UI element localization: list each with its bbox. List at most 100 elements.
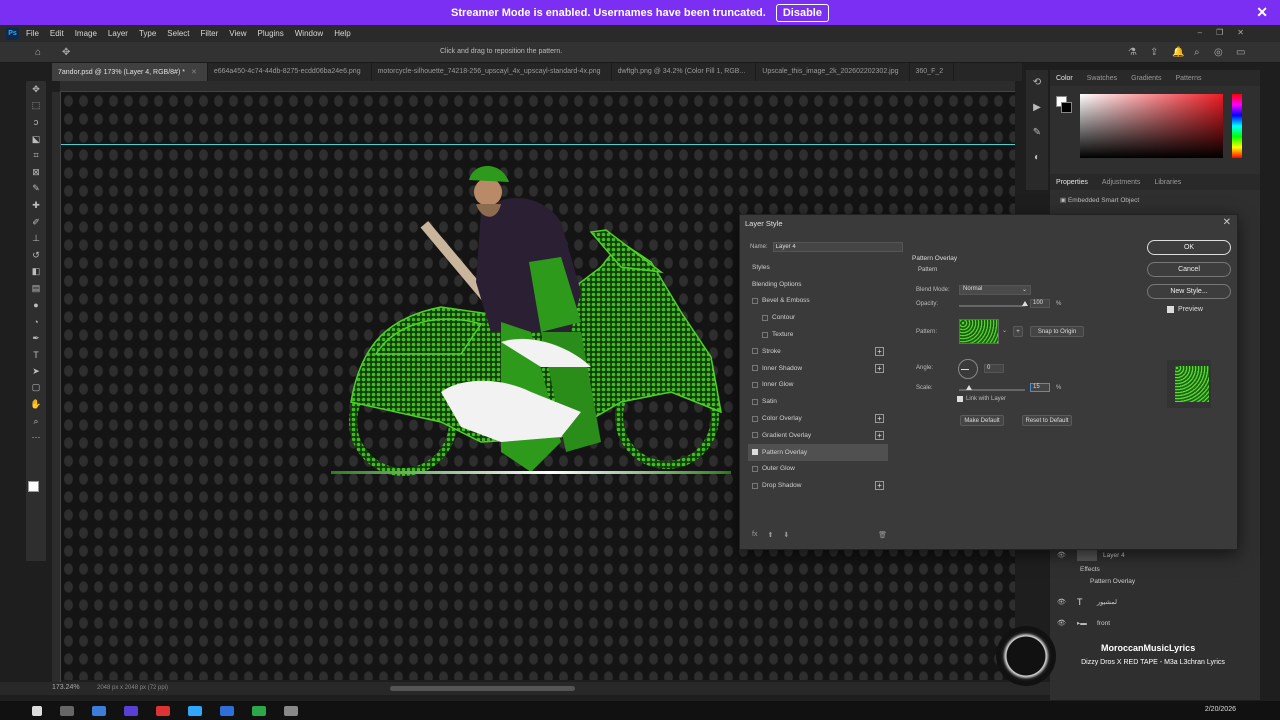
flask-icon[interactable]: ⚗ — [1128, 47, 1137, 58]
marquee-tool-icon[interactable]: ⬚ — [26, 98, 46, 115]
style-item[interactable]: Satin — [748, 393, 888, 410]
style-checkbox[interactable] — [752, 449, 758, 456]
photoshop-taskbar-icon[interactable] — [188, 705, 202, 716]
window-close-icon[interactable]: ✕ — [1237, 28, 1244, 37]
brush-tool-icon[interactable]: ✐ — [26, 214, 46, 231]
zoom-level[interactable]: 173.24% — [52, 684, 80, 691]
snap-to-origin-button[interactable]: Snap to Origin — [1030, 326, 1084, 337]
style-item[interactable]: Pattern Overlay — [748, 443, 888, 461]
menu-plugins[interactable]: Plugins — [258, 29, 284, 38]
background-color-chip[interactable] — [1061, 102, 1072, 113]
add-effect-icon[interactable]: + — [875, 414, 884, 424]
search-icon[interactable] — [60, 705, 74, 716]
style-checkbox[interactable] — [752, 348, 758, 355]
angle-dial[interactable] — [958, 359, 978, 379]
style-item[interactable]: Gradient Overlay + — [748, 427, 888, 444]
disable-button[interactable]: Disable — [775, 3, 829, 22]
menu-layer[interactable]: Layer — [108, 29, 128, 38]
tab-adjustments[interactable]: Adjustments — [1102, 179, 1141, 186]
style-item[interactable]: Outer Glow — [748, 461, 888, 478]
move-tool-icon[interactable]: ✥ — [62, 47, 70, 58]
style-item[interactable]: Texture — [748, 326, 888, 343]
foreground-color-swatch[interactable] — [28, 481, 39, 492]
app-icon[interactable] — [220, 705, 234, 716]
style-checkbox[interactable] — [752, 482, 758, 489]
add-effect-icon[interactable]: + — [875, 363, 884, 373]
panel-toggle-icon[interactable]: ▭ — [1236, 47, 1245, 58]
healing-brush-tool-icon[interactable]: ✚ — [26, 197, 46, 214]
type-tool-icon[interactable]: T — [26, 347, 46, 364]
menu-select[interactable]: Select — [167, 29, 189, 38]
hue-slider[interactable] — [1232, 94, 1242, 158]
workspace-icon[interactable]: ◎ — [1214, 47, 1223, 58]
rectangle-tool-icon[interactable]: ▢ — [26, 380, 46, 397]
style-checkbox[interactable] — [752, 381, 758, 388]
style-checkbox[interactable] — [762, 331, 768, 338]
opacity-input[interactable]: 100 — [1030, 299, 1050, 308]
share-icon[interactable]: ⇪ — [1150, 47, 1158, 58]
layer-row[interactable]: 👁 T لمشيور — [1052, 595, 1242, 609]
tab-document[interactable]: 7andor.psd @ 173% (Layer 4, RGB/8#) * ✕ — [52, 63, 208, 81]
app-icon[interactable] — [284, 705, 298, 716]
tab-properties[interactable]: Properties — [1056, 179, 1088, 186]
restore-icon[interactable]: ❐ — [1216, 28, 1223, 37]
menu-type[interactable]: Type — [139, 29, 156, 38]
add-effect-icon[interactable]: + — [875, 430, 884, 440]
name-input[interactable] — [772, 242, 903, 252]
clone-stamp-tool-icon[interactable]: ⊥ — [26, 230, 46, 247]
app-icon[interactable] — [156, 705, 170, 716]
menu-filter[interactable]: Filter — [201, 29, 219, 38]
frame-tool-icon[interactable]: ⊠ — [26, 164, 46, 181]
style-checkbox[interactable] — [752, 432, 758, 439]
style-checkbox[interactable] — [752, 365, 758, 372]
close-icon[interactable]: ✕ — [1223, 217, 1231, 228]
style-item[interactable]: Bevel & Emboss — [748, 293, 888, 310]
visibility-eye-icon[interactable]: 👁 — [1057, 551, 1067, 559]
tab-color[interactable]: Color — [1056, 75, 1073, 82]
color-field[interactable] — [1080, 94, 1223, 158]
style-checkbox[interactable] — [752, 465, 758, 472]
style-item[interactable]: Color Overlay + — [748, 410, 888, 427]
style-item[interactable]: Contour — [748, 309, 888, 326]
scale-input[interactable]: 15 — [1030, 383, 1050, 392]
close-icon[interactable]: ✕ — [1256, 4, 1268, 21]
menu-help[interactable]: Help — [334, 29, 350, 38]
lasso-tool-icon[interactable]: ↄ — [26, 114, 46, 131]
add-effect-icon[interactable]: + — [875, 481, 884, 491]
minimize-icon[interactable]: – — [1198, 28, 1202, 37]
bell-icon[interactable]: 🔔 — [1172, 47, 1184, 58]
brush-settings-icon[interactable]: ✎ — [1026, 120, 1048, 145]
reset-to-default-button[interactable]: Reset to Default — [1022, 415, 1072, 426]
gradient-tool-icon[interactable]: ▤ — [26, 280, 46, 297]
dodge-tool-icon[interactable]: ◔ — [26, 313, 46, 330]
hand-tool-icon[interactable]: ✋ — [26, 396, 46, 413]
style-item[interactable]: Inner Shadow + — [748, 360, 888, 377]
menu-file[interactable]: File — [26, 29, 39, 38]
opacity-slider[interactable] — [959, 305, 1025, 307]
pen-tool-icon[interactable]: ✒ — [26, 330, 46, 347]
zoom-tool-icon[interactable]: ⌕ — [26, 413, 46, 430]
tab-patterns[interactable]: Patterns — [1175, 75, 1201, 82]
app-icon[interactable] — [252, 705, 266, 716]
move-up-icon[interactable]: ⬆ — [767, 531, 773, 539]
pattern-picker[interactable] — [959, 319, 999, 344]
more-tools-icon[interactable]: ⋯ — [26, 429, 46, 446]
app-icon[interactable] — [92, 705, 106, 716]
tab-swatches[interactable]: Swatches — [1087, 75, 1117, 82]
home-icon[interactable]: ⌂ — [35, 47, 41, 58]
style-item[interactable]: Stroke + — [748, 343, 888, 360]
history-icon[interactable]: ⟲ — [1026, 70, 1048, 95]
menu-edit[interactable]: Edit — [50, 29, 64, 38]
tab-document[interactable]: e664a450-4c74-44db-8275-ecdd06ba24e6.png — [208, 63, 372, 81]
move-down-icon[interactable]: ⬇ — [783, 531, 789, 539]
layer-row[interactable]: 👁 Layer 4 — [1052, 548, 1242, 562]
styles-header[interactable]: Styles — [748, 259, 888, 276]
style-checkbox[interactable] — [752, 297, 758, 304]
object-select-tool-icon[interactable]: ⬕ — [26, 131, 46, 148]
move-tool-icon[interactable]: ✥ — [26, 81, 46, 98]
add-effect-icon[interactable]: + — [875, 346, 884, 356]
horizontal-scrollbar[interactable] — [390, 686, 575, 691]
make-default-button[interactable]: Make Default — [960, 415, 1004, 426]
menu-view[interactable]: View — [229, 29, 246, 38]
angle-input[interactable]: 0 — [984, 364, 1004, 373]
